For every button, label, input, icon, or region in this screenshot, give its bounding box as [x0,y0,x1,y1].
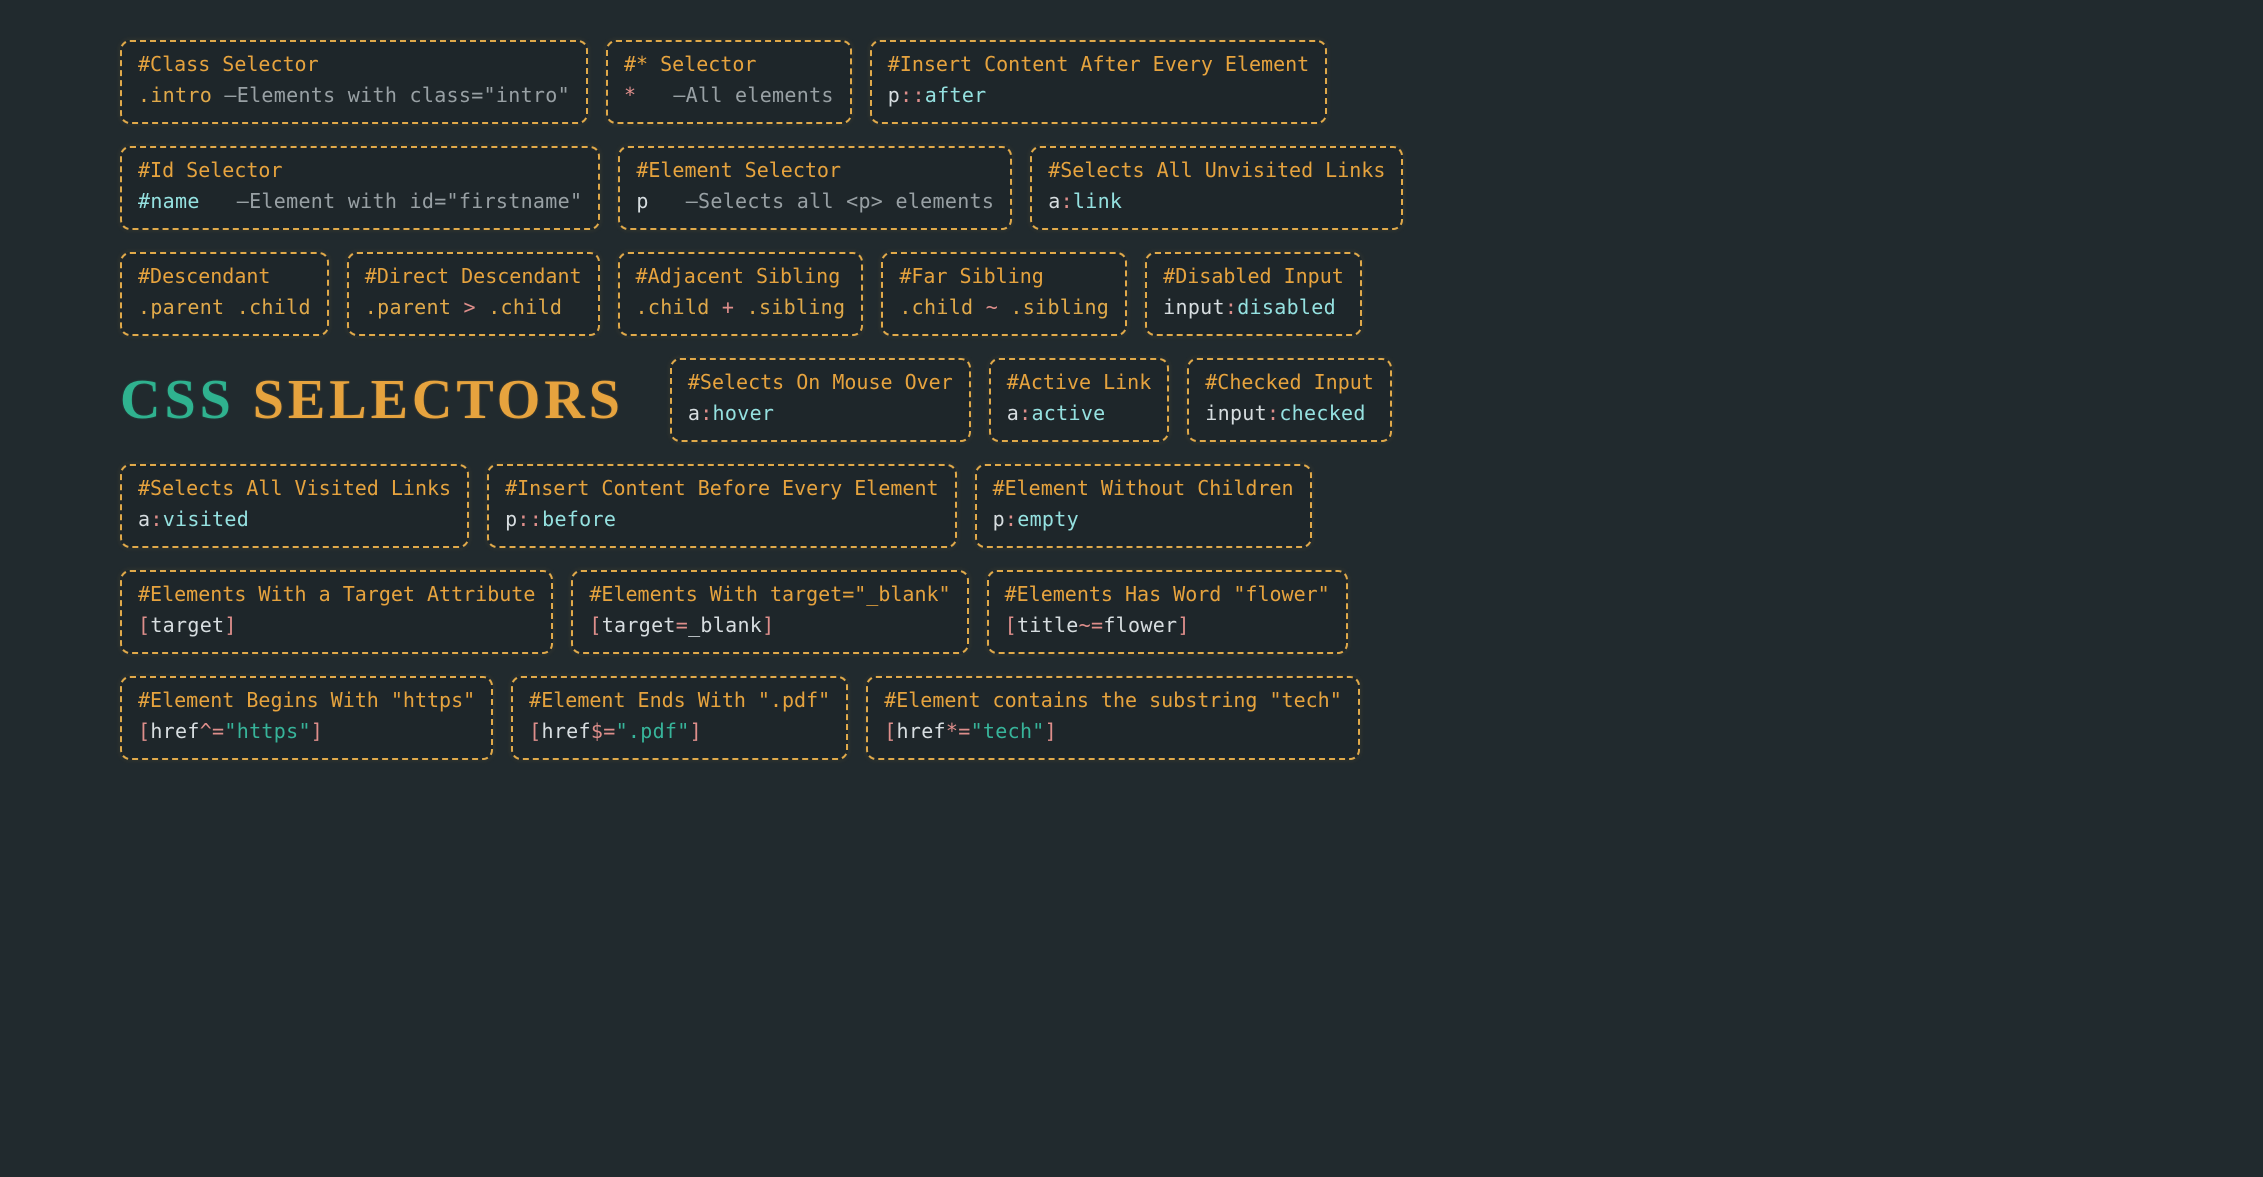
row-1: #Class Selector .intro –Elements with cl… [120,40,2143,124]
card-visited: #Selects All Visited Links a:visited [120,464,469,548]
page-headline: CSS SELECTORS [120,358,624,442]
card-body: a:visited [138,506,451,532]
card-empty: #Element Without Children p:empty [975,464,1312,548]
card-body: p –Selects all <p> elements [636,188,994,214]
card-title: #Insert Content Before Every Element [505,476,938,500]
card-attr-href-start: #Element Begins With "https" [href^="htt… [120,676,493,760]
card-title: #Adjacent Sibling [636,264,846,288]
card-body: [title~=flower] [1005,612,1330,638]
card-title: #Id Selector [138,158,582,182]
card-body: input:disabled [1163,294,1344,320]
card-title: #Class Selector [138,52,570,76]
card-hover: #Selects On Mouse Over a:hover [670,358,971,442]
card-title: #Element Ends With ".pdf" [529,688,830,712]
card-title: #Direct Descendant [365,264,582,288]
card-body: p:empty [993,506,1294,532]
card-title: #Element Selector [636,158,994,182]
card-id-selector: #Id Selector #name –Element with id="fir… [120,146,600,230]
card-disabled: #Disabled Input input:disabled [1145,252,1362,336]
row-5: #Selects All Visited Links a:visited #In… [120,464,2143,548]
card-body: [href^="https"] [138,718,475,744]
card-link: #Selects All Unvisited Links a:link [1030,146,1403,230]
card-body: a:hover [688,400,953,426]
card-title: #* Selector [624,52,834,76]
card-before: #Insert Content Before Every Element p::… [487,464,956,548]
card-title: #Element Without Children [993,476,1294,500]
card-title: #Selects All Unvisited Links [1048,158,1385,182]
card-title: #Elements With a Target Attribute [138,582,535,606]
card-title: #Insert Content After Every Element [888,52,1309,76]
card-class-selector: #Class Selector .intro –Elements with cl… [120,40,588,124]
row-3: #Descendant .parent .child #Direct Desce… [120,252,2143,336]
card-attr-href-end: #Element Ends With ".pdf" [href$=".pdf"] [511,676,848,760]
card-far-sibling: #Far Sibling .child ~ .sibling [881,252,1127,336]
card-body: input:checked [1205,400,1374,426]
card-title: #Far Sibling [899,264,1109,288]
card-body: a:link [1048,188,1385,214]
card-checked: #Checked Input input:checked [1187,358,1392,442]
card-attr-title-word: #Elements Has Word "flower" [title~=flow… [987,570,1348,654]
card-body: a:active [1007,400,1152,426]
card-body: [target=_blank] [589,612,950,638]
card-adjacent-sibling: #Adjacent Sibling .child + .sibling [618,252,864,336]
card-body: p::before [505,506,938,532]
card-body: * –All elements [624,82,834,108]
card-title: #Selects All Visited Links [138,476,451,500]
card-direct-descendant: #Direct Descendant .parent > .child [347,252,600,336]
card-attr-target-blank: #Elements With target="_blank" [target=_… [571,570,968,654]
row-4: CSS SELECTORS #Selects On Mouse Over a:h… [120,358,2143,442]
card-after: #Insert Content After Every Element p::a… [870,40,1327,124]
card-title: #Disabled Input [1163,264,1344,288]
headline-selectors: SELECTORS [253,368,624,432]
card-body: .parent > .child [365,294,582,320]
card-active: #Active Link a:active [989,358,1170,442]
card-descendant: #Descendant .parent .child [120,252,329,336]
card-body: p::after [888,82,1309,108]
card-title: #Selects On Mouse Over [688,370,953,394]
card-attr-target: #Elements With a Target Attribute [targe… [120,570,553,654]
card-body: .intro –Elements with class="intro" [138,82,570,108]
card-title: #Descendant [138,264,311,288]
card-body: .child ~ .sibling [899,294,1109,320]
row-6: #Elements With a Target Attribute [targe… [120,570,2143,654]
headline-css: CSS [120,368,235,432]
row-7: #Element Begins With "https" [href^="htt… [120,676,2143,760]
card-title: #Elements With target="_blank" [589,582,950,606]
card-body: [href*="tech"] [884,718,1342,744]
card-title: #Active Link [1007,370,1152,394]
card-element-selector: #Element Selector p –Selects all <p> ele… [618,146,1012,230]
card-body: .child + .sibling [636,294,846,320]
card-body: #name –Element with id="firstname" [138,188,582,214]
card-body: [target] [138,612,535,638]
card-attr-href-contains: #Element contains the substring "tech" [… [866,676,1360,760]
card-body: [href$=".pdf"] [529,718,830,744]
card-star-selector: #* Selector * –All elements [606,40,852,124]
card-title: #Elements Has Word "flower" [1005,582,1330,606]
card-title: #Checked Input [1205,370,1374,394]
card-title: #Element contains the substring "tech" [884,688,1342,712]
card-title: #Element Begins With "https" [138,688,475,712]
card-body: .parent .child [138,294,311,320]
row-2: #Id Selector #name –Element with id="fir… [120,146,2143,230]
